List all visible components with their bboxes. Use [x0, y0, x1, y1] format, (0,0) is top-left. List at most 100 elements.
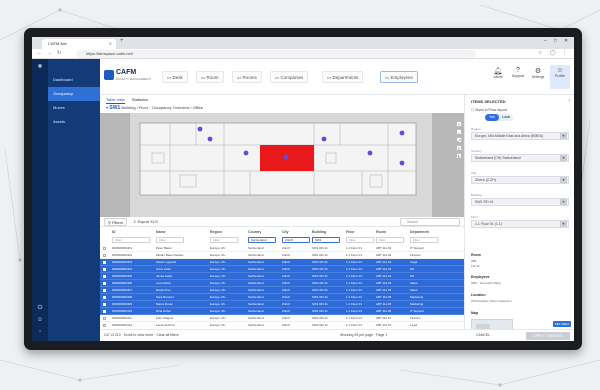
layers-icon[interactable]: ≡ [456, 145, 462, 151]
sidebar-item-dashboard[interactable]: Dashboard [48, 73, 100, 87]
close-panel-icon[interactable]: › [568, 98, 570, 104]
alerts-button[interactable]: 🔔︎ Alerts [488, 65, 508, 89]
column-filter-input[interactable]: Filter [210, 237, 238, 243]
forward-icon[interactable]: → [47, 50, 52, 56]
logo[interactable]: CAFM FACILITY MANAGEMENT [104, 68, 151, 86]
close-window-icon[interactable]: ✕ [564, 38, 568, 44]
table-row[interactable]: 000000000404 Anna Hofer Europe, Mi... Switz… [100, 266, 464, 273]
panel-field-select[interactable]: 1.1 Floor 01 (1.1) [471, 220, 569, 228]
column-filter-input[interactable]: Filter [410, 237, 438, 243]
settings-button[interactable]: ⚙ Settings [528, 65, 548, 89]
nav-room[interactable]: ▭ Room [196, 71, 224, 83]
row-checkbox[interactable] [103, 282, 106, 285]
menu-icon[interactable]: ⋮ [562, 50, 567, 56]
panel-field-select[interactable]: SW1 RD 41 [471, 198, 569, 206]
url-field[interactable]: https://famspace.cafm.net/ [76, 50, 476, 58]
table-row[interactable]: 000000000401 Peter Baker Europe, Mi... Swit… [100, 245, 464, 252]
table-row[interactable]: 000000000406 Lena Meier Europe, Mi... Switz… [100, 280, 464, 287]
panel-field-select[interactable]: Zürich (Z-ZH) [471, 176, 569, 184]
toggle-lock[interactable]: Lock [499, 114, 513, 121]
reload-icon[interactable]: ↻ [57, 50, 61, 56]
row-checkbox[interactable] [103, 268, 106, 271]
support-button[interactable]: ? Support [508, 65, 528, 89]
table-row[interactable]: 000000000405 Jonas Keller Europe, Mi... Swi… [100, 273, 464, 280]
filters-button[interactable]: ⚲ Filters [104, 218, 127, 226]
table-cell-name: Felix Wagner [156, 316, 174, 320]
panel-field-select[interactable]: Switzerland (CH) Switzerland [471, 154, 569, 162]
profile-button[interactable]: ☺ Profile [550, 65, 570, 89]
nav-desk[interactable]: ▭ Desk [162, 71, 188, 83]
minimize-icon[interactable]: – [544, 38, 547, 44]
row-checkbox[interactable] [103, 254, 106, 257]
row-checkbox[interactable] [103, 310, 106, 313]
apply-changes-button[interactable]: APPLY CHANGES [526, 332, 570, 340]
row-checkbox[interactable] [103, 317, 106, 320]
zoom-in-icon[interactable]: + [456, 121, 462, 127]
sidebar-item-occupancy[interactable]: Occupancy [48, 87, 100, 101]
star-icon[interactable]: ☆ [538, 50, 542, 56]
nav-departments[interactable]: ▭ Departments [322, 71, 364, 83]
home-icon[interactable]: ▦ [35, 61, 45, 71]
search-input[interactable]: Search [400, 218, 460, 226]
column-header[interactable]: Room [376, 230, 386, 234]
table-row[interactable]: 000000000403 Xavier Legrand Europe, Mi... S… [100, 259, 464, 266]
table-row[interactable]: 000000000408 Sara Brunner Europe, Mi... Swi… [100, 294, 464, 301]
column-filter-input[interactable]: Filter [112, 237, 150, 243]
back-icon[interactable]: ← [37, 50, 42, 56]
nav-rooms[interactable]: ▭ Rooms [232, 71, 262, 83]
column-header[interactable]: Region [210, 230, 222, 234]
tab-table-view[interactable]: Table view [106, 97, 125, 104]
column-header[interactable]: Country [248, 230, 261, 234]
column-filter-input[interactable]: SW1 [312, 237, 340, 243]
row-checkbox[interactable] [103, 303, 106, 306]
row-checkbox[interactable] [103, 296, 106, 299]
rotate-icon[interactable]: ↻ [456, 153, 462, 159]
set-area-button[interactable]: SET AREA [553, 321, 571, 327]
fit-view-icon[interactable]: ⤢ [456, 137, 462, 143]
column-filter-input[interactable]: Filter [376, 237, 404, 243]
floor-plan-map[interactable] [100, 113, 464, 217]
column-filter-input[interactable]: Switzerland [248, 237, 276, 243]
table-row[interactable]: 000000000407 Daniel Frei Europe, Mi... Swit… [100, 287, 464, 294]
table-row[interactable]: 000000000410 Nina Huber Europe, Mi... Switz… [100, 308, 464, 315]
flag-icon[interactable]: ▪ [35, 327, 45, 337]
column-header[interactable]: Department [410, 230, 429, 234]
export-button[interactable]: ⇩ Export XLS [130, 218, 161, 226]
tab-statistics[interactable]: Statistics [132, 97, 148, 102]
zoom-out-icon[interactable]: – [456, 129, 462, 135]
browser-tab[interactable]: CAFM Net ✕ [42, 39, 116, 49]
power-icon[interactable]: ⏻ [35, 303, 45, 313]
column-header[interactable]: City [282, 230, 289, 234]
room-value[interactable]: ABT [471, 259, 477, 263]
user-rail-icon[interactable]: ☺ [35, 315, 45, 325]
sidebar-item-moves[interactable]: Moves [48, 101, 100, 115]
column-filter-input[interactable]: Filter [346, 237, 374, 243]
panel-field-select[interactable]: Europe, Mid-Middle East and Africa (EMEA… [471, 132, 569, 140]
table-row[interactable]: 000000000402 Miriam Bauermeister Europe, M… [100, 252, 464, 259]
row-checkbox[interactable] [103, 324, 106, 327]
maximize-icon[interactable]: □ [554, 38, 557, 44]
column-filter-input[interactable]: Filter [156, 237, 184, 243]
lock-toggle[interactable]: Yes Lock [485, 114, 513, 121]
profile-icon[interactable]: ◯ [550, 50, 556, 56]
column-header[interactable]: Name [156, 230, 166, 234]
column-header[interactable]: Building [312, 230, 326, 234]
table-row[interactable]: 000000000411 Felix Wagner Europe, Mi... Swi… [100, 315, 464, 322]
row-checkbox[interactable] [103, 261, 106, 264]
table-row[interactable]: 000000000412 Laura Schmid Europe, Mi... Swi… [100, 322, 464, 328]
row-checkbox[interactable] [103, 275, 106, 278]
row-checkbox[interactable] [103, 289, 106, 292]
column-header[interactable]: Floor [346, 230, 355, 234]
sidebar-item-assets[interactable]: Assets [48, 115, 100, 129]
toggle-yes[interactable]: Yes [485, 114, 499, 121]
cancel-button[interactable]: CANCEL [476, 333, 490, 337]
nav-employees[interactable]: ▭ Employees [380, 71, 418, 83]
column-filter-input[interactable]: Zürich [282, 237, 310, 243]
nav-companies[interactable]: ▭ Companies [270, 71, 309, 83]
close-tab-icon[interactable]: ✕ [109, 39, 112, 49]
floor-layout-checkbox[interactable]: ☐ Show in Floor layout [471, 108, 507, 112]
row-checkbox[interactable] [103, 247, 106, 250]
table-row[interactable]: 000000000409 Marco Rossi Europe, Mi... Swit… [100, 301, 464, 308]
column-header[interactable]: ID [112, 230, 116, 234]
new-tab-icon[interactable]: + [120, 38, 124, 44]
